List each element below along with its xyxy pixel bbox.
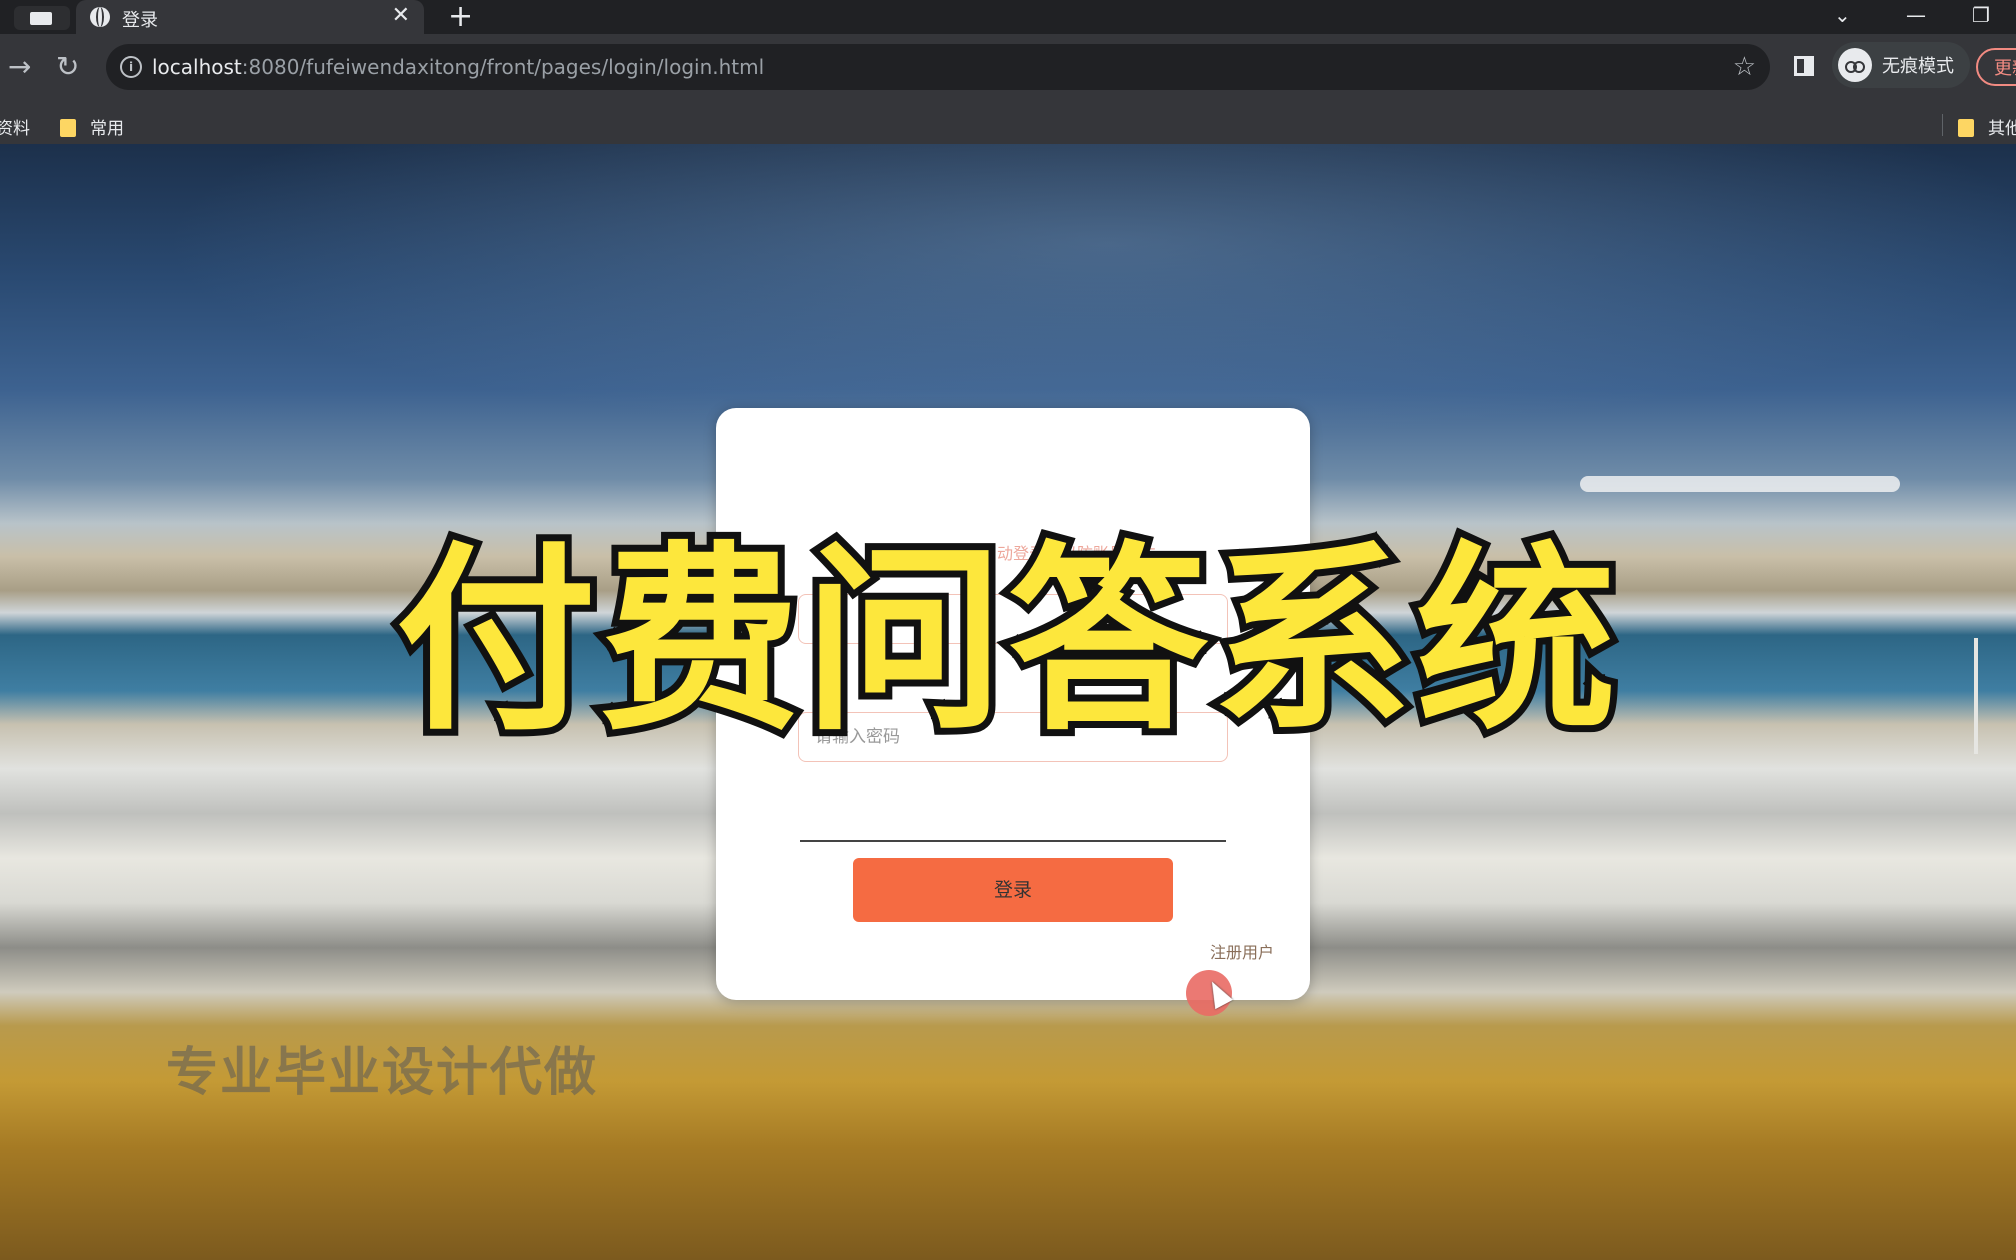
browser-toolbar: → ↻ i localhost:8080/fufeiwendaxitong/fr… (0, 34, 2016, 106)
tab-search-icon[interactable] (14, 6, 70, 30)
bookmark-item[interactable]: 资料 (0, 114, 30, 139)
folder-icon (1958, 119, 1974, 137)
page-viewport: 公共场所不建议自动登录，以防账号丢失 登录 注册用户 付费问答系统 专业毕业设计… (0, 144, 2016, 1260)
restore-button[interactable]: ❐ (1972, 0, 1990, 30)
forward-button[interactable]: → (8, 50, 31, 83)
browser-titlebar: 登录 ✕ + ⌄ — ❐ (0, 0, 2016, 34)
bookmark-star-icon[interactable]: ☆ (1733, 52, 1756, 82)
bookmark-folder-common[interactable]: 常用 (60, 114, 124, 139)
bookmarks-bar: 资料 常用 其他 (0, 106, 2016, 145)
update-button[interactable]: 更新 (1976, 48, 2016, 86)
side-panel-icon[interactable] (1794, 56, 1814, 76)
tab-list-dropdown-icon[interactable]: ⌄ (1834, 0, 1851, 30)
bookmark-folder-other[interactable]: 其他 (1958, 114, 2016, 139)
url-text[interactable]: localhost:8080/fufeiwendaxitong/front/pa… (152, 55, 764, 79)
incognito-icon (1838, 48, 1872, 82)
incognito-label: 无痕模式 (1882, 56, 1954, 77)
overlay-title: 付费问答系统 (389, 525, 1623, 759)
close-icon[interactable]: ✕ (392, 3, 410, 28)
watermark-text: 专业毕业设计代做 (166, 1043, 599, 1103)
login-button[interactable]: 登录 (853, 858, 1173, 922)
info-icon[interactable]: i (120, 56, 142, 78)
bookmarks-divider (1942, 114, 1943, 136)
folder-icon (60, 119, 76, 137)
new-tab-button[interactable]: + (448, 0, 473, 34)
globe-icon (90, 7, 110, 27)
divider (800, 840, 1226, 842)
reload-button[interactable]: ↻ (56, 50, 79, 83)
tab-title: 登录 (122, 10, 158, 31)
minimize-button[interactable]: — (1906, 0, 1926, 30)
tab-login[interactable]: 登录 ✕ (76, 0, 424, 34)
register-link[interactable]: 注册用户 (1210, 939, 1274, 963)
background-snow (1580, 476, 1900, 492)
incognito-indicator[interactable]: 无痕模式 (1832, 42, 1970, 88)
address-bar[interactable]: i localhost:8080/fufeiwendaxitong/front/… (106, 44, 1770, 90)
